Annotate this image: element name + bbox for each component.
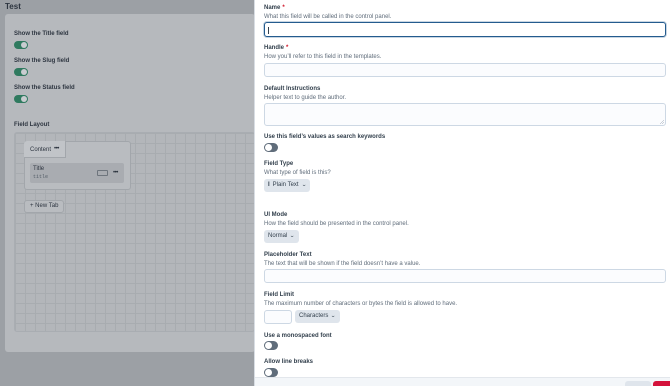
search-keywords-field: Use this field’s values as search keywor…: [264, 133, 666, 152]
placeholder-label: Placeholder Text: [264, 252, 312, 258]
line-breaks-toggle[interactable]: [264, 368, 278, 377]
field-type-instructions: What type of field is this?: [264, 170, 331, 176]
handle-input[interactable]: [264, 63, 666, 77]
field-limit-unit-select[interactable]: Characters ⌄: [295, 310, 340, 323]
field-menu-icon[interactable]: •••: [113, 170, 118, 176]
line-breaks-field: Allow line breaks: [264, 358, 666, 377]
show-title-toggle[interactable]: [14, 41, 28, 49]
text-cursor-icon: I: [268, 182, 270, 188]
page-title: Test: [5, 2, 21, 11]
search-keywords-label: Use this field’s values as search keywor…: [264, 134, 386, 140]
name-input[interactable]: [264, 22, 666, 37]
tab-content[interactable]: Content: [24, 141, 66, 158]
default-instructions-label: Default Instructions: [264, 86, 321, 92]
chevron-down-icon: ⌄: [289, 233, 296, 239]
field-type-label: Field Type: [264, 161, 294, 167]
chevron-down-icon: ⌄: [330, 313, 337, 319]
tab-name: Content: [30, 147, 52, 153]
line-breaks-label: Allow line breaks: [264, 359, 314, 365]
handle-label: Handle: [264, 45, 285, 51]
new-tab-button[interactable]: + New Tab: [24, 200, 65, 213]
default-instructions-field: Default Instructions Helper text to guid…: [264, 85, 666, 126]
tab-menu-icon[interactable]: •••: [54, 146, 59, 152]
resize-handle-icon[interactable]: [660, 120, 664, 124]
name-label: Name: [264, 5, 281, 11]
default-instructions-textarea[interactable]: [264, 103, 666, 126]
slideout-footer: [255, 377, 670, 386]
placeholder-field: Placeholder Text The text that will be s…: [264, 251, 666, 283]
field-limit-label: Field Limit: [264, 292, 294, 298]
text-caret: [268, 27, 269, 34]
handle-instructions: How you’ll refer to this field in the te…: [264, 54, 382, 60]
default-instructions-help: Helper text to guide the author.: [264, 95, 347, 101]
monospaced-toggle[interactable]: [264, 341, 278, 350]
show-status-label: Show the Status field: [14, 85, 75, 91]
cancel-button[interactable]: [625, 381, 651, 386]
required-marker: *: [286, 45, 289, 51]
field-settings-icon[interactable]: [97, 170, 108, 176]
ui-mode-select[interactable]: Normal ⌄: [264, 230, 299, 243]
field-type-select[interactable]: I Plain Text ⌄: [264, 179, 310, 192]
field-type-field: Field Type What type of field is this? I…: [264, 160, 666, 192]
show-title-label: Show the Title field: [14, 31, 69, 37]
ui-mode-instructions: How the field should be presented in the…: [264, 221, 409, 227]
show-slug-label: Show the Slug field: [14, 58, 70, 64]
name-instructions: What this field will be called in the co…: [264, 14, 392, 20]
monospaced-field: Use a monospaced font: [264, 332, 666, 350]
ui-mode-label: UI Mode: [264, 212, 288, 218]
ui-mode-value: Normal: [268, 233, 288, 239]
name-field: Name * What this field will be called in …: [264, 4, 666, 37]
field-limit-unit-value: Characters: [299, 313, 329, 319]
show-status-toggle[interactable]: [14, 95, 28, 103]
field-settings-slideout: Name * What this field will be called in …: [254, 0, 670, 386]
layout-field-name: Title: [33, 166, 45, 172]
field-type-value: Plain Text: [272, 182, 299, 188]
show-slug-toggle[interactable]: [14, 68, 28, 76]
required-marker: *: [282, 5, 285, 11]
save-button[interactable]: [653, 381, 670, 386]
layout-field-handle: title: [33, 174, 49, 180]
field-limit-instructions: The maximum number of characters or byte…: [264, 301, 458, 307]
chevron-down-icon: ⌄: [300, 182, 307, 188]
monospaced-label: Use a monospaced font: [264, 333, 332, 339]
search-keywords-toggle[interactable]: [264, 143, 278, 152]
handle-field: Handle * How you’ll refer to this field i…: [264, 44, 666, 77]
placeholder-instructions: The text that will be shown if the field…: [264, 261, 421, 267]
field-limit-field: Field Limit The maximum number of charac…: [264, 291, 666, 324]
field-layout-label: Field Layout: [14, 122, 50, 128]
placeholder-input[interactable]: [264, 269, 666, 283]
ui-mode-field: UI Mode How the field should be presente…: [264, 211, 666, 243]
field-limit-input[interactable]: [264, 310, 292, 324]
